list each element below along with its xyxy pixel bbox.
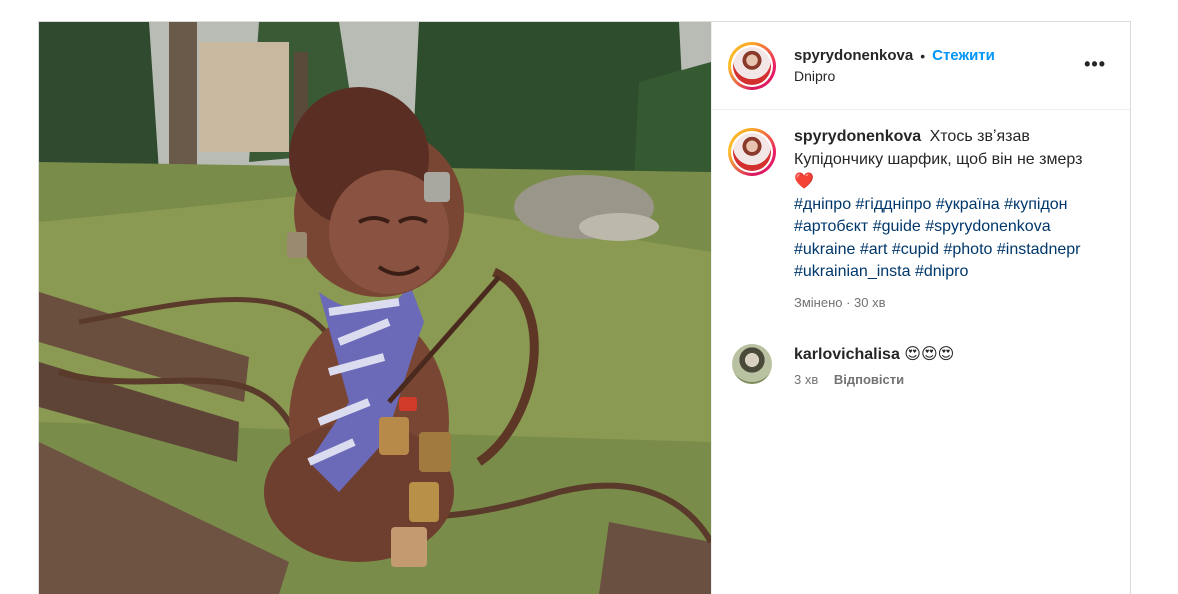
post-header: spyrydonenkova • Стежити Dnipro ••• <box>712 22 1130 110</box>
comments-section: spyrydonenkova Хтось звʼязав Купідончику… <box>712 110 1130 387</box>
comment-text: 😍😍😍 <box>904 346 955 363</box>
comment-time: 3 хв <box>794 372 819 387</box>
hashtag-link[interactable]: #photo <box>943 241 992 258</box>
hashtag-link[interactable]: #guide <box>873 218 921 235</box>
hashtag-link[interactable]: #instadnepr <box>997 241 1081 258</box>
hashtag-link[interactable]: #dnipro <box>915 263 968 280</box>
hashtag-link[interactable]: #art <box>860 241 888 258</box>
follow-button[interactable]: Стежити <box>932 47 995 64</box>
comment-item: karlovichalisa 😍😍😍 3 хв Відповісти <box>728 344 1114 387</box>
hashtag-link[interactable]: #купідон <box>1004 196 1067 213</box>
caption-author-avatar[interactable] <box>728 128 776 176</box>
location-link[interactable]: Dnipro <box>794 68 995 84</box>
post-photo[interactable] <box>39 22 711 594</box>
hashtag-link[interactable]: #spyrydonenkova <box>925 218 1050 235</box>
post-caption: spyrydonenkova Хтось звʼязав Купідончику… <box>728 126 1114 314</box>
reply-button[interactable]: Відповісти <box>834 372 904 387</box>
author-username[interactable]: spyrydonenkova <box>794 47 913 64</box>
author-avatar[interactable] <box>728 41 776 90</box>
post-sidebar: spyrydonenkova • Стежити Dnipro ••• spyr… <box>711 22 1130 594</box>
caption-edited-time: Змінено · 30 хв <box>794 294 886 310</box>
hashtag-link[interactable]: #дніпро <box>794 196 851 213</box>
hashtag-list: #дніпро #гіддніпро #україна #купідон #ар… <box>794 194 1084 284</box>
caption-author-username[interactable]: spyrydonenkova <box>794 128 921 145</box>
hashtag-link[interactable]: #ukrainian_insta <box>794 263 911 280</box>
cupid-sculpture-image <box>39 22 711 594</box>
instagram-post: spyrydonenkova • Стежити Dnipro ••• spyr… <box>38 21 1131 594</box>
more-options-icon[interactable]: ••• <box>1084 55 1106 73</box>
hashtag-link[interactable]: #гіддніпро <box>856 196 932 213</box>
hashtag-link[interactable]: #cupid <box>892 241 939 258</box>
hashtag-link[interactable]: #артобєкт <box>794 218 868 235</box>
hashtag-link[interactable]: #ukraine <box>794 241 855 258</box>
hashtag-link[interactable]: #україна <box>936 196 1000 213</box>
commenter-username[interactable]: karlovichalisa <box>794 346 900 363</box>
separator-dot: • <box>920 47 926 64</box>
commenter-avatar[interactable] <box>732 344 772 384</box>
